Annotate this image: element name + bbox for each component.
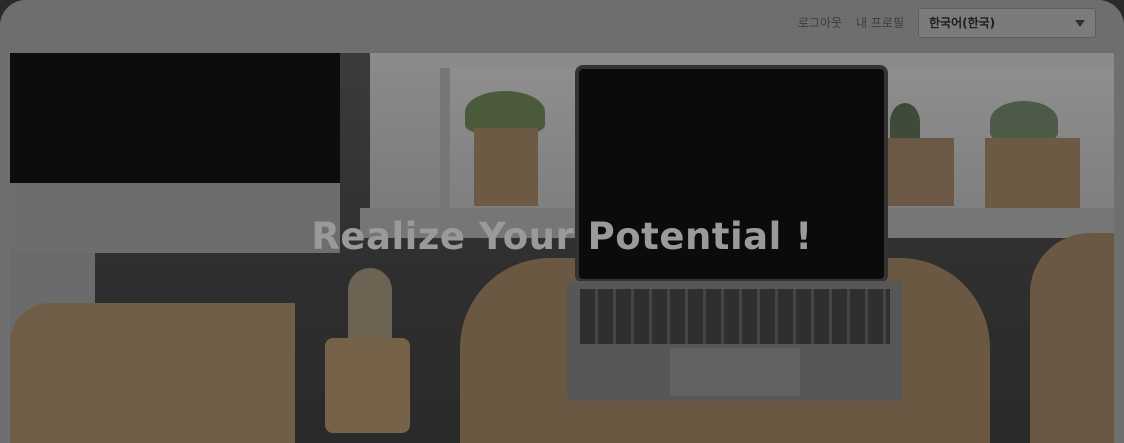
- language-select[interactable]: 한국어(한국): [918, 8, 1096, 38]
- lamp-base: [325, 338, 410, 433]
- plant-pot-1: [474, 128, 538, 206]
- language-select-value: 한국어(한국): [929, 16, 996, 30]
- plant-image-3: [990, 101, 1058, 141]
- top-bar: 로그아웃 내 프로필 한국어(한국): [0, 0, 1124, 53]
- hero-banner: Realize Your Potential !: [10, 53, 1114, 443]
- page-frame: 로그아웃 내 프로필 한국어(한국) Realize Your Potentia…: [0, 0, 1124, 443]
- plant-pot-3: [985, 138, 1080, 208]
- header-links: 로그아웃 내 프로필: [798, 14, 904, 31]
- logout-link[interactable]: 로그아웃: [798, 14, 842, 31]
- desk-left: [10, 303, 295, 443]
- my-profile-link[interactable]: 내 프로필: [856, 14, 904, 31]
- speaker-image: [1030, 233, 1114, 443]
- laptop-trackpad: [670, 348, 800, 396]
- lamp-bulb: [348, 268, 392, 343]
- plant-image-1: [465, 91, 545, 133]
- hero-title: Realize Your Potential !: [311, 215, 813, 258]
- plant-pot-2: [882, 138, 954, 206]
- plant-image-2: [890, 103, 920, 141]
- laptop-keyboard: [580, 289, 890, 344]
- chevron-down-icon: [1075, 20, 1085, 27]
